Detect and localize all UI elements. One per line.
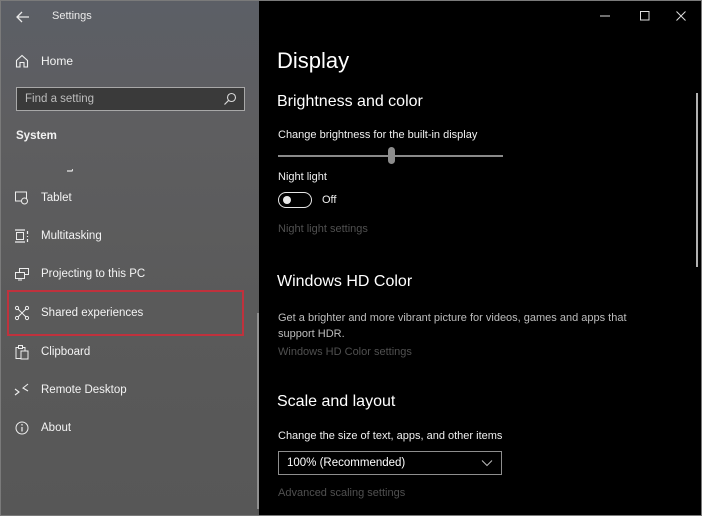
- night-light-toggle[interactable]: [278, 192, 312, 208]
- sidebar-item-label: Clipboard: [41, 346, 91, 358]
- night-light-label: Night light: [278, 171, 327, 183]
- section-heading-hd-color: Windows HD Color: [277, 273, 413, 290]
- night-light-state: Off: [322, 194, 337, 206]
- multitasking-icon: [14, 228, 30, 244]
- scrolled-item-icon-fragment: [67, 159, 74, 172]
- toggle-knob: [283, 196, 291, 204]
- app-title: Settings: [52, 10, 92, 22]
- sidebar-item-clipboard[interactable]: Clipboard: [1, 335, 247, 369]
- sidebar-item-home[interactable]: Home: [1, 44, 247, 78]
- search-icon[interactable]: [222, 91, 238, 107]
- sidebar-item-label: Home: [41, 54, 74, 68]
- close-icon: [676, 11, 686, 21]
- back-arrow-icon: [16, 11, 29, 23]
- settings-window: Settings Home System Tablet: [0, 0, 702, 516]
- main-scrollbar[interactable]: [696, 93, 698, 267]
- projecting-icon: [14, 266, 30, 282]
- sidebar-item-multitasking[interactable]: Multitasking: [1, 219, 247, 253]
- sidebar-item-label: Tablet: [41, 192, 72, 204]
- section-heading-scale: Scale and layout: [277, 393, 396, 410]
- hd-color-description: Get a brighter and more vibrant picture …: [278, 312, 627, 340]
- sidebar-item-projecting[interactable]: Projecting to this PC: [1, 257, 247, 291]
- maximize-icon: [640, 11, 650, 21]
- clipboard-icon: [14, 344, 30, 360]
- scale-label: Change the size of text, apps, and other…: [278, 430, 503, 442]
- back-button[interactable]: [13, 7, 33, 27]
- minimize-button[interactable]: [591, 5, 619, 27]
- chevron-down-icon: [481, 460, 493, 467]
- sidebar-item-remote-desktop[interactable]: Remote Desktop: [1, 373, 247, 407]
- search-input[interactable]: [17, 92, 222, 106]
- sidebar: Settings Home System Tablet: [1, 1, 259, 515]
- main-content: Display Brightness and color Change brig…: [259, 1, 701, 515]
- remote-desktop-icon: [14, 382, 30, 398]
- sidebar-item-label: About: [41, 422, 72, 434]
- brightness-slider-thumb[interactable]: [388, 147, 395, 164]
- hd-color-settings-link[interactable]: Windows HD Color settings: [278, 346, 412, 358]
- highlight-box: [7, 290, 244, 336]
- info-icon: [14, 420, 30, 436]
- section-heading-brightness: Brightness and color: [277, 93, 423, 110]
- advanced-scaling-link[interactable]: Advanced scaling settings: [278, 487, 405, 499]
- sidebar-item-tablet[interactable]: Tablet: [1, 181, 247, 215]
- brightness-slider-label: Change brightness for the built-in displ…: [278, 129, 478, 141]
- page-title: Display: [277, 48, 350, 73]
- scale-dropdown[interactable]: 100% (Recommended): [278, 451, 502, 475]
- scale-dropdown-value: 100% (Recommended): [287, 457, 406, 469]
- search-box[interactable]: [16, 87, 245, 111]
- sidebar-item-label: Multitasking: [41, 230, 102, 242]
- close-button[interactable]: [667, 5, 695, 27]
- maximize-button[interactable]: [631, 5, 659, 27]
- sidebar-item-label: Remote Desktop: [41, 384, 127, 396]
- section-label: System: [16, 130, 57, 142]
- minimize-icon: [600, 15, 610, 17]
- night-light-settings-link[interactable]: Night light settings: [278, 223, 368, 235]
- home-icon: [14, 53, 30, 69]
- tablet-icon: [14, 190, 30, 206]
- sidebar-item-label: Projecting to this PC: [41, 268, 146, 280]
- sidebar-item-about[interactable]: About: [1, 411, 247, 445]
